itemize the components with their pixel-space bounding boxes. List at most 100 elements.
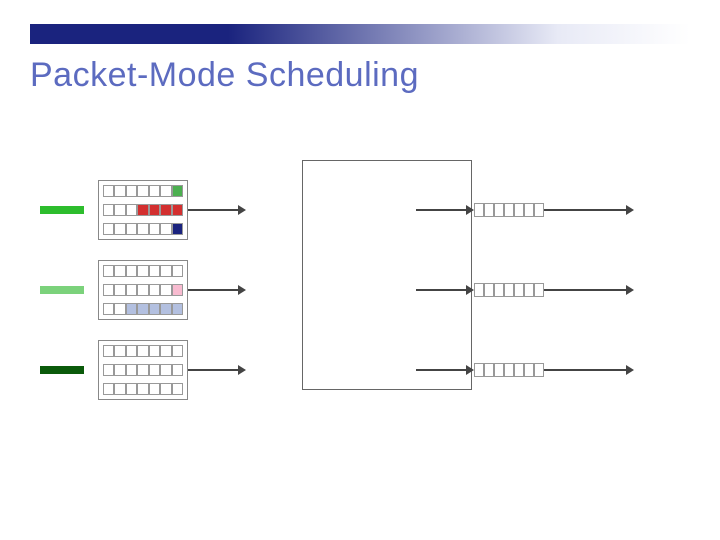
input-row-2: [40, 260, 680, 320]
queue-cell: [137, 303, 148, 315]
input-mark-3: [40, 366, 84, 374]
arrow-out-1: [416, 204, 474, 216]
voq-queue: [103, 284, 183, 296]
queue-cell: [137, 364, 148, 376]
queue-cell: [103, 265, 114, 277]
queue-cell: [172, 383, 183, 395]
queue-cell: [149, 364, 160, 376]
queue-cell: [137, 204, 148, 216]
queue-cell: [494, 363, 504, 377]
voq-queue: [103, 223, 183, 235]
input-row-1: [40, 180, 680, 240]
queue-cell: [126, 303, 137, 315]
queue-cell: [504, 283, 514, 297]
voq-queue: [103, 265, 183, 277]
queue-cell: [114, 185, 125, 197]
queue-cell: [474, 203, 484, 217]
arrow-exit-1: [544, 204, 634, 216]
queue-cell: [149, 204, 160, 216]
queue-cell: [172, 185, 183, 197]
queue-cell: [137, 383, 148, 395]
queue-cell: [103, 303, 114, 315]
voq-queue: [103, 383, 183, 395]
voq-queue: [103, 204, 183, 216]
queue-cell: [484, 363, 494, 377]
voq-queue: [103, 345, 183, 357]
queue-cell: [172, 223, 183, 235]
voq-block-3: [98, 340, 188, 400]
queue-cell: [172, 265, 183, 277]
queue-cell: [149, 223, 160, 235]
queue-cell: [160, 223, 171, 235]
queue-cell: [534, 203, 544, 217]
queue-cell: [126, 284, 137, 296]
queue-cell: [114, 204, 125, 216]
queue-cell: [137, 185, 148, 197]
voq-queue: [103, 303, 183, 315]
queue-cell: [160, 185, 171, 197]
queue-cell: [103, 364, 114, 376]
queue-cell: [149, 383, 160, 395]
output-queue-3: [474, 363, 544, 377]
queue-cell: [514, 363, 524, 377]
queue-cell: [484, 283, 494, 297]
queue-cell: [534, 363, 544, 377]
voq-queue: [103, 364, 183, 376]
queue-cell: [160, 265, 171, 277]
queue-cell: [149, 303, 160, 315]
queue-cell: [103, 185, 114, 197]
queue-cell: [103, 383, 114, 395]
queue-cell: [114, 303, 125, 315]
queue-cell: [114, 284, 125, 296]
queue-cell: [494, 203, 504, 217]
slide-title: Packet-Mode Scheduling: [30, 56, 419, 95]
queue-cell: [172, 303, 183, 315]
queue-cell: [126, 383, 137, 395]
input-row-3: [40, 340, 680, 400]
queue-cell: [149, 284, 160, 296]
queue-cell: [114, 364, 125, 376]
queue-cell: [172, 284, 183, 296]
queue-cell: [484, 203, 494, 217]
queue-cell: [494, 283, 504, 297]
queue-cell: [172, 345, 183, 357]
queue-cell: [114, 345, 125, 357]
queue-cell: [126, 345, 137, 357]
queue-cell: [474, 283, 484, 297]
arrow-in-1: [188, 204, 246, 216]
header-gradient-bar: [30, 24, 690, 44]
queue-cell: [137, 345, 148, 357]
arrow-exit-3: [544, 364, 634, 376]
queue-cell: [504, 203, 514, 217]
queue-cell: [534, 283, 544, 297]
queue-cell: [126, 204, 137, 216]
queue-cell: [160, 364, 171, 376]
queue-cell: [524, 203, 534, 217]
queue-cell: [474, 363, 484, 377]
arrow-exit-2: [544, 284, 634, 296]
arrow-in-2: [188, 284, 246, 296]
input-mark-2: [40, 286, 84, 294]
queue-cell: [149, 265, 160, 277]
diagram-stage: [40, 150, 680, 430]
queue-cell: [114, 223, 125, 235]
queue-cell: [103, 345, 114, 357]
queue-cell: [149, 185, 160, 197]
queue-cell: [114, 265, 125, 277]
queue-cell: [514, 203, 524, 217]
queue-cell: [137, 265, 148, 277]
queue-cell: [504, 363, 514, 377]
input-mark-1: [40, 206, 84, 214]
queue-cell: [160, 303, 171, 315]
queue-cell: [149, 345, 160, 357]
queue-cell: [524, 363, 534, 377]
arrow-in-3: [188, 364, 246, 376]
queue-cell: [103, 204, 114, 216]
arrow-out-3: [416, 364, 474, 376]
voq-queue: [103, 185, 183, 197]
queue-cell: [126, 223, 137, 235]
queue-cell: [126, 185, 137, 197]
queue-cell: [160, 204, 171, 216]
queue-cell: [126, 265, 137, 277]
queue-cell: [137, 223, 148, 235]
